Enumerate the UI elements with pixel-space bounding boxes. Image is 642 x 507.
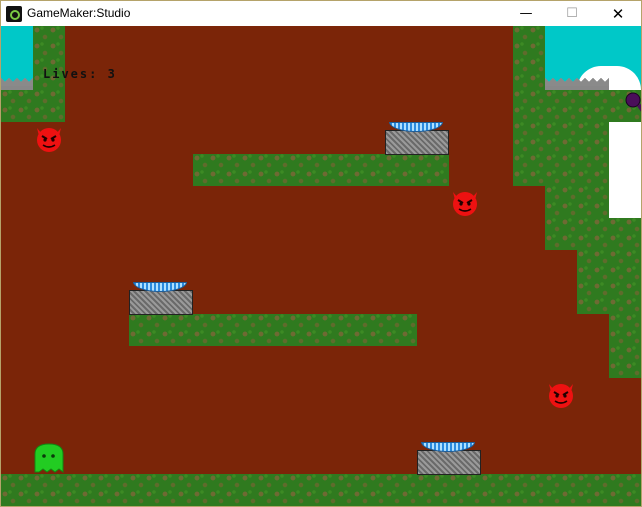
grass-ledge <box>1 90 33 122</box>
title-bar[interactable]: GameMaker:Studio — ☐ ✕ <box>1 1 641 26</box>
grass-platform <box>193 154 449 186</box>
grass-wall <box>609 218 641 378</box>
maximize-button[interactable]: ☐ <box>549 1 595 26</box>
trampoline-icon <box>417 442 481 475</box>
lives-counter: Lives: 3 <box>43 67 117 81</box>
trampoline-icon <box>385 122 449 155</box>
red-devil-icon <box>549 384 573 408</box>
minimize-button[interactable]: — <box>503 1 549 26</box>
grass-wall <box>513 26 545 186</box>
purple-key-icon[interactable] <box>609 90 641 122</box>
red-devil-icon <box>37 128 61 152</box>
grass-step <box>577 250 609 314</box>
grass-floor <box>1 474 641 506</box>
green-ghost-icon[interactable] <box>33 442 65 474</box>
window-title: GameMaker:Studio <box>27 6 131 20</box>
exit-zone <box>609 122 641 218</box>
trampoline-icon <box>129 282 193 315</box>
game-canvas[interactable]: Lives: 3 <box>1 26 641 506</box>
spikes-icon <box>545 74 609 90</box>
grass-platform <box>129 314 417 346</box>
gamemaker-icon <box>6 6 22 22</box>
game-window: GameMaker:Studio — ☐ ✕ Lives: 3 <box>0 0 642 507</box>
close-button[interactable]: ✕ <box>595 1 641 26</box>
spikes-icon <box>1 74 33 90</box>
grass-wall <box>545 90 609 250</box>
red-devil-icon <box>453 192 477 216</box>
